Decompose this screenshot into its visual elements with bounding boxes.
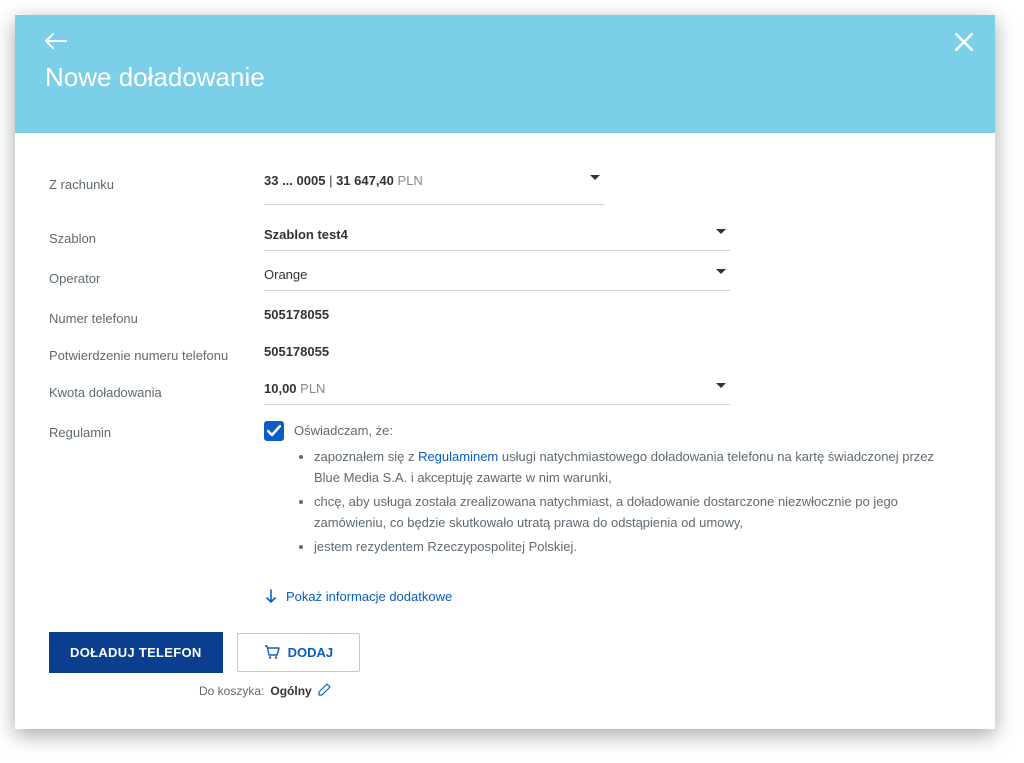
close-icon[interactable] [955,33,973,56]
account-number: 33 ... 0005 [264,173,325,188]
basket-name: Ogólny [270,684,311,698]
regulation-checkbox[interactable] [264,421,284,441]
list-item: jestem rezydentem Rzeczypospolitej Polsk… [314,536,961,557]
list-item: zapoznałem się z Regulaminem usługi naty… [314,446,961,489]
account-balance: 31 647,40 [336,173,394,188]
chevron-down-icon [716,269,726,274]
amount-select[interactable]: 10,00 PLN [264,381,730,405]
modal-body: Z rachunku 33 ... 0005 | 31 647,40 PLN S… [15,133,995,729]
add-button-label: DODAJ [288,645,334,660]
action-bar: DOŁADUJ TELEFON DODAJ [49,632,961,673]
arrow-down-icon [264,589,278,603]
show-more-toggle[interactable]: Pokaż informacje dodatkowe [264,589,961,604]
operator-label: Operator [49,267,264,286]
show-more-label: Pokaż informacje dodatkowe [286,589,452,604]
modal-title: Nowe doładowanie [45,62,965,93]
amount-currency: PLN [297,381,326,396]
template-select[interactable]: Szablon test4 [264,227,730,251]
regulation-link[interactable]: Regulaminem [418,449,498,464]
amount-value: 10,00 [264,381,297,396]
basket-line: Do koszyka: Ogólny [199,683,961,699]
operator-value: Orange [264,267,307,282]
edit-basket-icon[interactable] [318,683,331,699]
topup-modal: Nowe doładowanie Z rachunku 33 ... 0005 … [15,15,995,729]
add-to-basket-button[interactable]: DODAJ [237,633,361,672]
account-select[interactable]: 33 ... 0005 | 31 647,40 PLN [264,173,604,205]
operator-select[interactable]: Orange [264,267,730,291]
account-label: Z rachunku [49,173,264,192]
regulation-intro: Oświadczam, że: [294,421,961,442]
list-item: chcę, aby usługa została zrealizowana na… [314,491,961,534]
basket-prefix: Do koszyka: [199,684,264,698]
cart-icon [264,645,280,659]
regulation-label: Regulamin [49,421,264,440]
chevron-down-icon [716,383,726,388]
amount-label: Kwota doładowania [49,381,264,400]
back-arrow-icon[interactable] [45,33,67,54]
modal-header: Nowe doładowanie [15,15,995,133]
phone-confirm-label: Potwierdzenie numeru telefonu [49,344,264,363]
template-value: Szablon test4 [264,227,348,242]
phone-confirm-input[interactable]: 505178055 [264,344,730,365]
account-currency: PLN [394,173,423,188]
chevron-down-icon [590,175,600,180]
phone-input[interactable]: 505178055 [264,307,730,328]
topup-phone-button[interactable]: DOŁADUJ TELEFON [49,632,223,673]
regulation-list: zapoznałem się z Regulaminem usługi naty… [294,446,961,557]
template-label: Szablon [49,227,264,246]
phone-label: Numer telefonu [49,307,264,326]
chevron-down-icon [716,229,726,234]
